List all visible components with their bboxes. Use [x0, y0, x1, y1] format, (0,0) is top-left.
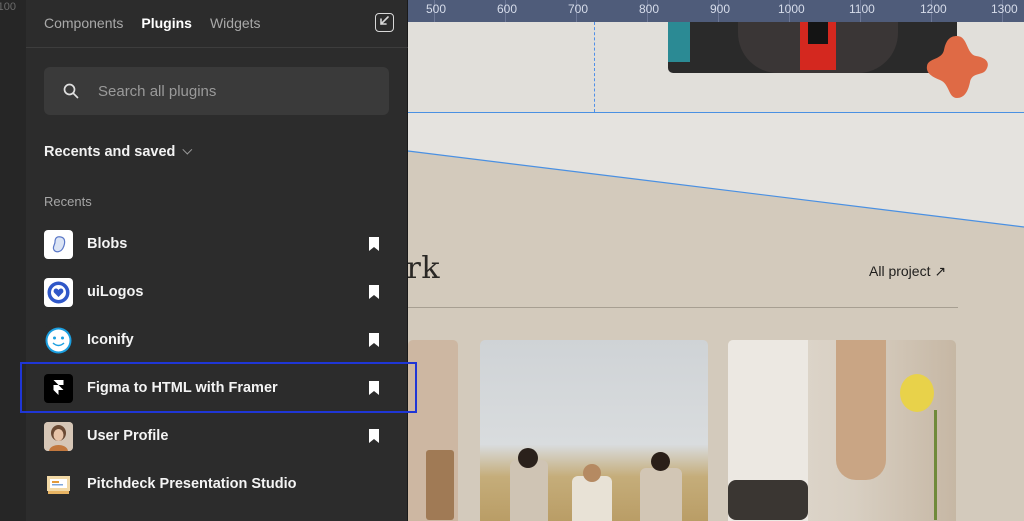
selection-highlight-box: [20, 362, 417, 413]
search-icon: [63, 83, 79, 99]
uilogos-plugin-icon: [44, 278, 73, 307]
plugin-item-pitchdeck[interactable]: Pitchdeck Presentation Studio: [44, 469, 389, 499]
project-card[interactable]: [728, 340, 956, 521]
iconify-plugin-icon: [44, 326, 73, 355]
arrow-down-left-icon: [380, 16, 389, 25]
bookmark-icon[interactable]: [369, 333, 379, 347]
recents-subheader: Recents: [44, 194, 92, 209]
pitchdeck-plugin-icon: [44, 470, 73, 499]
plugin-search-box[interactable]: [44, 67, 389, 115]
plugin-name: User Profile: [87, 428, 169, 444]
plugin-item-uilogos[interactable]: uiLogos: [44, 277, 389, 307]
bookmark-icon[interactable]: [369, 285, 379, 299]
project-card[interactable]: [480, 340, 708, 521]
plugin-item-iconify[interactable]: Iconify: [44, 325, 389, 355]
bookmark-icon[interactable]: [369, 237, 379, 251]
design-canvas[interactable]: 500 600 700 800 900 1000 1100 1200 1300 …: [408, 0, 1024, 521]
collapse-panel-button[interactable]: [375, 13, 394, 32]
section-header-label: Recents and saved: [44, 144, 176, 160]
section-divider: [408, 307, 958, 308]
plugins-panel: Components Plugins Widgets Recents and s…: [26, 0, 408, 521]
search-input[interactable]: [98, 79, 368, 103]
tab-widgets[interactable]: Widgets: [210, 15, 261, 33]
plugin-name: Iconify: [87, 332, 134, 348]
blobs-plugin-icon: [44, 230, 73, 259]
plugin-name: Pitchdeck Presentation Studio: [87, 476, 297, 492]
chevron-down-icon: [182, 144, 193, 155]
plugin-name: uiLogos: [87, 284, 144, 300]
bookmark-icon[interactable]: [369, 429, 379, 443]
plugin-item-blobs[interactable]: Blobs: [44, 229, 389, 259]
tab-components[interactable]: Components: [44, 15, 123, 33]
ruler-label: -100: [0, 1, 17, 13]
tab-plugins[interactable]: Plugins: [141, 15, 192, 33]
plugin-item-user-profile[interactable]: User Profile: [44, 421, 389, 451]
user-profile-plugin-icon: [44, 422, 73, 451]
all-projects-link[interactable]: All project ↗: [869, 263, 946, 280]
panel-tabs: Components Plugins Widgets: [44, 15, 261, 33]
section-title: ork: [408, 251, 441, 286]
left-toolbar-strip: -100: [0, 0, 26, 521]
panel-divider: [26, 47, 408, 48]
plugin-name: Blobs: [87, 236, 128, 252]
recents-and-saved-dropdown[interactable]: Recents and saved: [44, 144, 193, 160]
